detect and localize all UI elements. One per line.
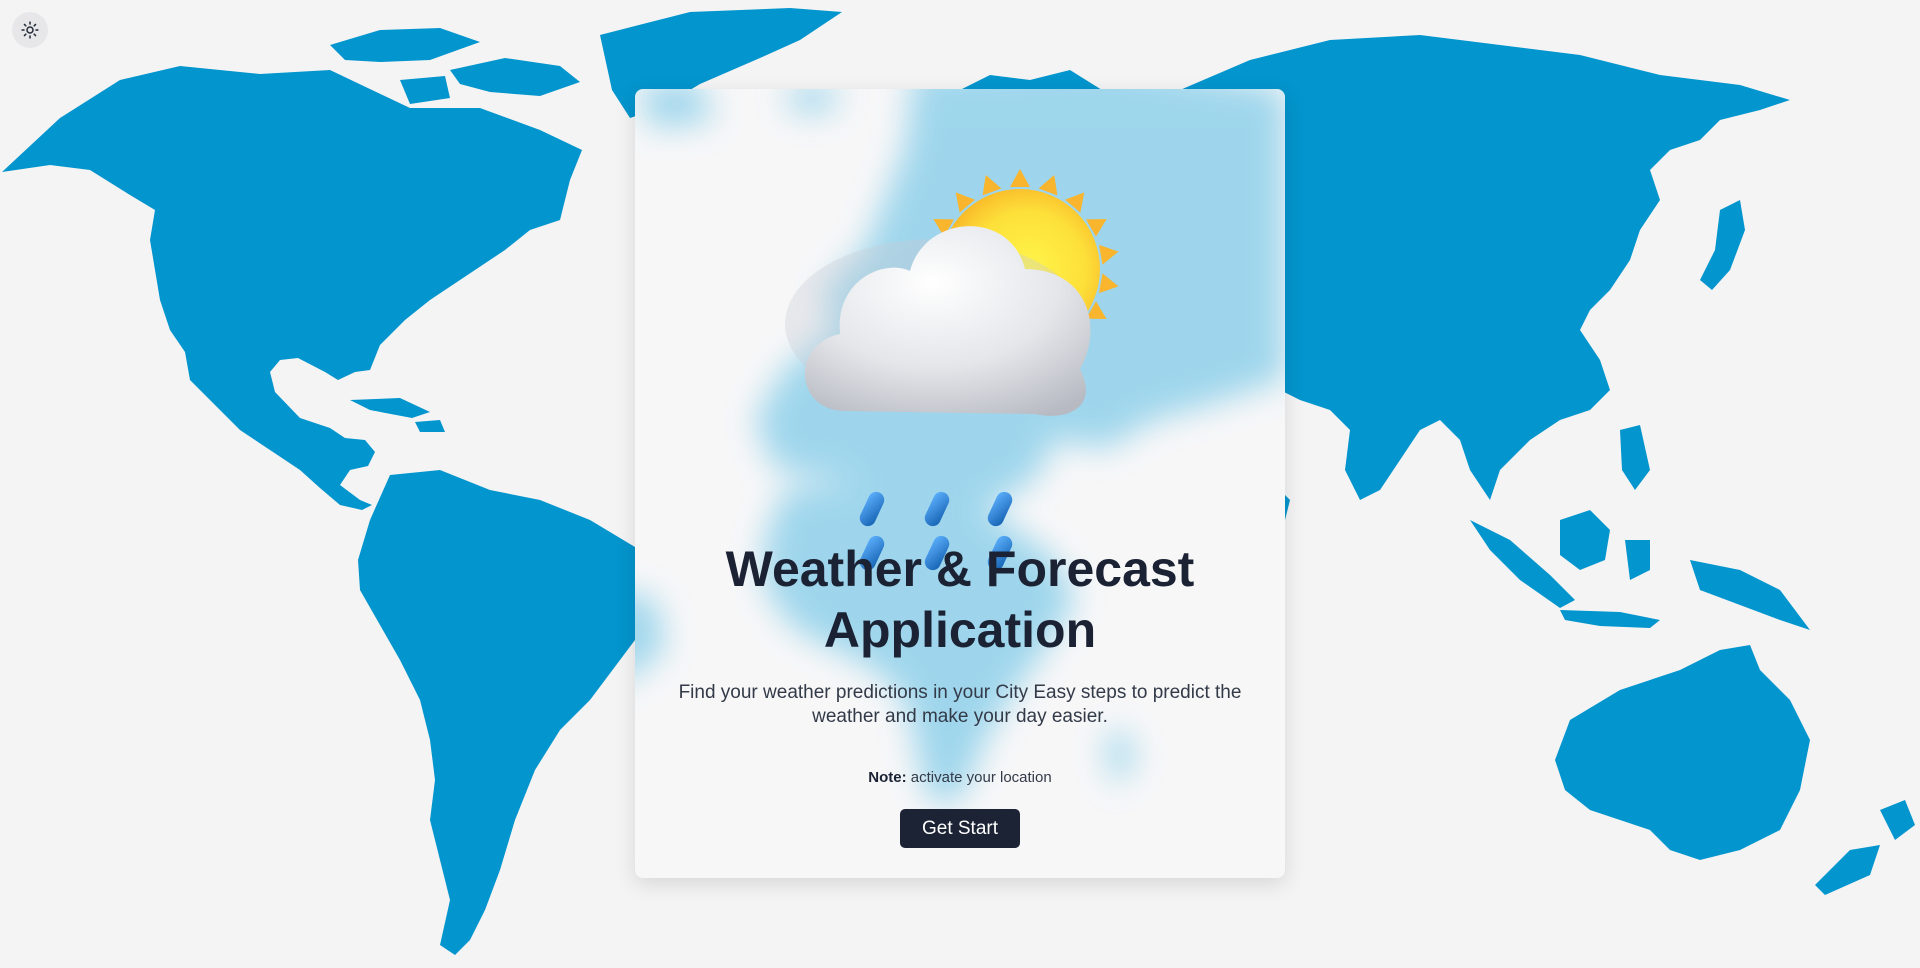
landing-page: Weather & Forecast Application Find your… — [0, 0, 1920, 968]
location-note: Note: activate your location — [635, 769, 1285, 786]
sun-rain-cloud-illustration — [785, 169, 1119, 571]
app-description: Find your weather predictions in your Ci… — [678, 682, 1242, 727]
title-line-2: Application — [823, 602, 1097, 658]
get-start-button[interactable]: Get Start — [900, 809, 1020, 848]
title-line-1: Weather & Forecast — [725, 541, 1195, 597]
note-label: Note: — [868, 769, 907, 786]
welcome-card: Weather & Forecast Application Find your… — [635, 89, 1285, 878]
theme-toggle-button[interactable] — [12, 12, 48, 48]
page-title: Weather & Forecast Application — [635, 539, 1285, 661]
note-text: activate your location — [910, 769, 1052, 786]
sun-icon — [21, 21, 39, 39]
